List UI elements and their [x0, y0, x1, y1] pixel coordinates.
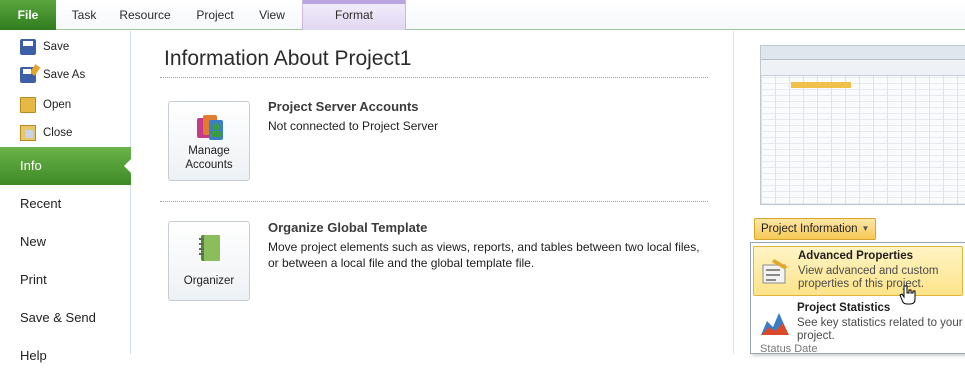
- menu-item-advanced-properties[interactable]: Advanced Properties View advanced and cu…: [753, 246, 963, 296]
- template-heading: Organize Global Template: [268, 220, 428, 235]
- tab-resource[interactable]: Resource: [116, 4, 174, 26]
- nav-open-label: Open: [43, 99, 72, 111]
- nav-save-as-command[interactable]: Save As: [0, 61, 131, 89]
- statistics-chart-icon: [761, 313, 789, 335]
- nav-open-command[interactable]: Open: [0, 91, 131, 119]
- tab-task[interactable]: Task: [64, 4, 104, 26]
- project-information-menu: Advanced Properties View advanced and cu…: [750, 242, 965, 354]
- backstage-nav: Save Save As Open Close Info Recent New …: [0, 31, 131, 363]
- project-information-label: Project Information: [761, 223, 858, 236]
- title-divider: [160, 77, 708, 78]
- save-icon: [20, 39, 36, 55]
- nav-new[interactable]: New: [0, 223, 131, 261]
- project-information-dropdown[interactable]: Project Information ▼: [754, 218, 877, 240]
- thumbnail-selection: [791, 82, 851, 88]
- accounts-heading: Project Server Accounts: [268, 99, 419, 114]
- nav-help[interactable]: Help: [0, 337, 131, 375]
- thumbnail-ribbon: [761, 60, 965, 76]
- status-date-label: Status Date: [760, 343, 818, 355]
- ribbon-tab-strip: File Task Resource Project View Format: [0, 0, 965, 30]
- organizer-label: Organizer: [183, 275, 235, 287]
- project-statistics-title: Project Statistics: [797, 302, 891, 314]
- project-statistics-desc: See key statistics related to your proje…: [797, 317, 963, 342]
- tab-view[interactable]: View: [252, 4, 292, 26]
- nav-info[interactable]: Info: [0, 147, 131, 185]
- tab-file[interactable]: File: [0, 0, 56, 30]
- accounts-status-text: Not connected to Project Server: [268, 119, 439, 133]
- hand-cursor-icon: [899, 285, 916, 305]
- save-as-icon: [20, 67, 36, 83]
- open-folder-icon: [20, 97, 36, 113]
- nav-print[interactable]: Print: [0, 261, 131, 299]
- accounts-icon: [197, 115, 223, 140]
- menu-item-project-statistics[interactable]: Project Statistics See key statistics re…: [753, 299, 963, 349]
- info-pane: Information About Project1 Manage Accoun…: [132, 31, 732, 354]
- properties-icon: [762, 259, 788, 284]
- template-description: Move project elements such as views, rep…: [268, 240, 700, 270]
- nav-recent[interactable]: Recent: [0, 185, 131, 223]
- page-title: Information About Project1: [164, 47, 412, 70]
- tab-project[interactable]: Project: [190, 4, 240, 26]
- thumbnail-titlebar: [761, 46, 965, 60]
- advanced-properties-desc: View advanced and custom properties of t…: [798, 265, 939, 290]
- manage-accounts-label: Manage Accounts: [185, 145, 233, 171]
- organizer-button[interactable]: Organizer: [168, 221, 250, 301]
- project-thumbnail: [760, 45, 965, 205]
- nav-save-send[interactable]: Save & Send: [0, 299, 131, 337]
- close-file-icon: [20, 125, 36, 141]
- nav-save-command[interactable]: Save: [0, 33, 131, 61]
- manage-accounts-button[interactable]: Manage Accounts: [168, 101, 250, 181]
- organizer-book-icon: [199, 235, 220, 261]
- thumbnail-grid: [761, 76, 965, 204]
- preview-pane: Project Information ▼ Advanced Properties…: [733, 31, 965, 354]
- section-divider: [160, 201, 708, 202]
- nav-close-label: Close: [43, 127, 73, 139]
- tab-format[interactable]: Format: [302, 0, 406, 30]
- chevron-down-icon: ▼: [861, 224, 870, 233]
- nav-close-command[interactable]: Close: [0, 119, 131, 147]
- advanced-properties-title: Advanced Properties: [798, 250, 914, 262]
- nav-save-label: Save: [43, 41, 70, 53]
- nav-save-as-label: Save As: [43, 69, 86, 81]
